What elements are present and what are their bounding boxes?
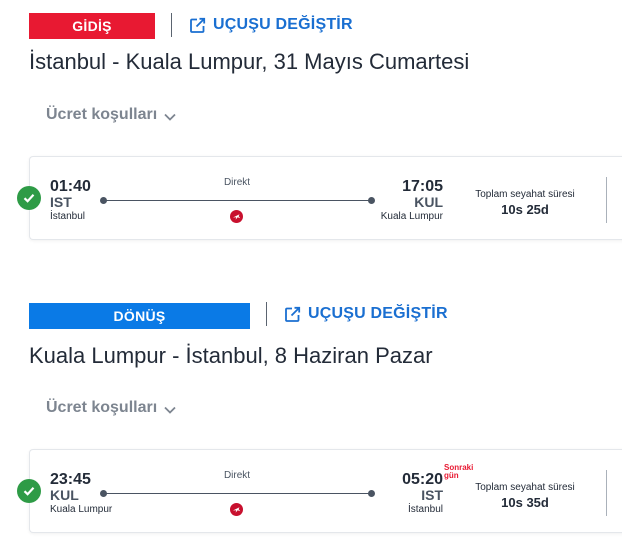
fare-conditions-label: Ücret koşulları	[46, 106, 158, 123]
flight-card[interactable]: 01:40 IST İstanbul Direkt 17:05 KUL Kual…	[29, 156, 622, 240]
change-flight-label: UÇUŞU DEĞİŞTİR	[308, 305, 448, 322]
edit-external-icon	[285, 306, 301, 322]
route-line	[102, 493, 372, 494]
edit-external-icon	[190, 17, 206, 33]
route-title: Kuala Lumpur - İstanbul, 8 Haziran Pazar	[29, 343, 433, 368]
duration-label: Toplam seyahat süresi	[475, 482, 575, 493]
change-flight-label: UÇUŞU DEĞİŞTİR	[213, 16, 353, 33]
outbound-badge: GİDİŞ	[29, 13, 155, 39]
arrival-city: İstanbul	[407, 504, 443, 515]
card-divider	[606, 470, 607, 516]
arrival-info: 05:20 IST İstanbul	[340, 450, 443, 534]
stop-type: Direkt	[223, 177, 251, 188]
flight-card[interactable]: 23:45 KUL Kuala Lumpur Direkt 05:20 IST …	[29, 449, 622, 533]
arrival-info: 17:05 KUL Kuala Lumpur	[340, 157, 443, 241]
turkish-airlines-logo-icon	[230, 503, 243, 516]
header-divider	[266, 302, 267, 326]
next-day-line2: gün	[444, 471, 459, 480]
route-line	[102, 200, 372, 201]
departure-code: KUL	[50, 487, 79, 503]
return-badge: DÖNÜŞ	[29, 303, 250, 329]
fare-conditions-toggle[interactable]: Ücret koşulları	[46, 106, 177, 124]
stop-type: Direkt	[223, 470, 251, 481]
route-title: İstanbul - Kuala Lumpur, 31 Mayıs Cumart…	[29, 49, 470, 74]
check-circle-icon	[17, 479, 41, 503]
duration-value: 10s 25d	[501, 202, 549, 217]
fare-conditions-toggle[interactable]: Ücret koşulları	[46, 399, 177, 417]
arrival-code: IST	[421, 487, 443, 503]
check-circle-icon	[17, 186, 41, 210]
chevron-down-icon	[164, 406, 176, 414]
change-flight-button[interactable]: UÇUŞU DEĞİŞTİR	[284, 305, 448, 323]
arrival-code: KUL	[414, 194, 443, 210]
header-divider	[171, 13, 172, 37]
duration-value: 10s 35d	[501, 495, 549, 510]
turkish-airlines-logo-icon	[230, 210, 243, 223]
card-divider	[606, 177, 607, 223]
arrival-city: Kuala Lumpur	[380, 211, 443, 222]
change-flight-button[interactable]: UÇUŞU DEĞİŞTİR	[189, 16, 353, 34]
departure-city: Kuala Lumpur	[50, 504, 113, 515]
chevron-down-icon	[164, 113, 176, 121]
departure-city: İstanbul	[50, 211, 86, 222]
next-day-note: Sonraki gün	[444, 464, 473, 480]
duration-label: Toplam seyahat süresi	[475, 189, 575, 200]
departure-code: IST	[50, 194, 72, 210]
fare-conditions-label: Ücret koşulları	[46, 399, 158, 416]
